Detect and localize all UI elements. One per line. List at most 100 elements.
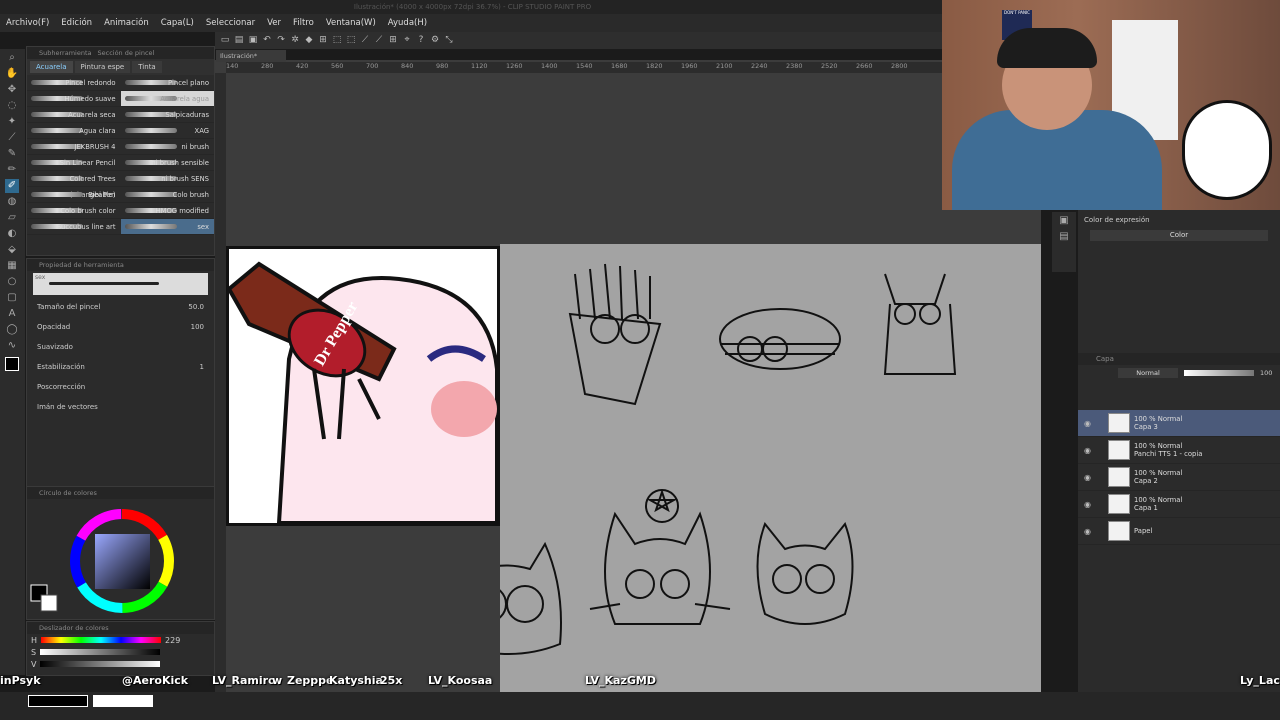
fill-icon[interactable]: ◆: [303, 35, 315, 46]
resize-icon[interactable]: ⤡: [443, 35, 455, 46]
line-correct-icon[interactable]: ∿: [5, 339, 19, 353]
frame-icon[interactable]: ▢: [5, 291, 19, 305]
property-row[interactable]: Estabilización 1: [27, 357, 214, 377]
brush-item[interactable]: Colo brush color: [27, 203, 121, 219]
canvas-tab[interactable]: Ilustración*: [216, 50, 286, 62]
menu-animation[interactable]: Animación: [98, 18, 155, 28]
brush-item[interactable]: ni brush sensible: [120, 155, 214, 171]
brush-icon[interactable]: ✐: [5, 179, 19, 193]
brush-item[interactable]: Bibi Pen: [27, 187, 121, 203]
menu-file[interactable]: Archivo(F): [0, 18, 55, 28]
menu-filter[interactable]: Filtro: [287, 18, 320, 28]
saturation-slider[interactable]: [40, 649, 161, 655]
ruler-snap2-icon[interactable]: ⟋: [373, 35, 385, 46]
figure-icon[interactable]: ○: [5, 275, 19, 289]
ruler-snap-icon[interactable]: ⟋: [359, 35, 371, 46]
menu-select[interactable]: Seleccionar: [200, 18, 261, 28]
eye-icon[interactable]: ◉: [1084, 500, 1091, 509]
eye-icon[interactable]: ◉: [1084, 419, 1091, 428]
property-value[interactable]: 50.0: [188, 303, 204, 311]
brush-item[interactable]: Sin Linear Pencil: [27, 155, 121, 171]
brush-item[interactable]: ni brush: [120, 139, 214, 155]
eyedropper-icon[interactable]: ⟋: [5, 131, 19, 145]
help-icon[interactable]: ?: [415, 35, 427, 46]
layer-row[interactable]: ◉ 100 % Normal Capa 3: [1078, 410, 1280, 437]
subtab-special-paint[interactable]: Pintura espe: [74, 61, 131, 73]
menu-view[interactable]: Ver: [261, 18, 287, 28]
property-row[interactable]: Imán de vectores: [27, 397, 214, 417]
brush-item[interactable]: Colo brush: [120, 187, 214, 203]
property-row[interactable]: Suavizado: [27, 337, 214, 357]
redo-icon[interactable]: ↷: [275, 35, 287, 46]
fill-bucket-icon[interactable]: ⬙: [5, 243, 19, 257]
menu-edit[interactable]: Edición: [55, 18, 98, 28]
layer-row[interactable]: ◉ 100 % Normal Capa 1: [1078, 491, 1280, 518]
new-icon[interactable]: ▭: [219, 35, 231, 46]
brush-item[interactable]: Succubus line art: [27, 219, 121, 235]
brush-item[interactable]: XAG: [120, 123, 214, 139]
expression-color-select[interactable]: Color: [1090, 230, 1268, 241]
menu-help[interactable]: Ayuda(H): [382, 18, 433, 28]
brush-item[interactable]: Acuarela seca: [27, 107, 121, 123]
brush-item[interactable]: Pincel redondo: [27, 75, 121, 91]
main-color-swatch[interactable]: [5, 357, 19, 371]
deselect-icon[interactable]: ⬚: [331, 35, 343, 46]
snap-icon[interactable]: ⌖: [401, 35, 413, 46]
move-icon[interactable]: ✥: [5, 83, 19, 97]
property-row[interactable]: Poscorrección: [27, 377, 214, 397]
grid-icon[interactable]: ⊞: [387, 35, 399, 46]
brush-item[interactable]: Colored Trees (Changeable): [27, 171, 121, 199]
gradient-icon[interactable]: ▦: [5, 259, 19, 273]
hand-icon[interactable]: ✋: [5, 67, 19, 81]
tab-brush-section[interactable]: Sección de pincel: [98, 49, 155, 57]
tab-subtool[interactable]: Subherramienta: [39, 49, 92, 57]
subtab-watercolor[interactable]: Acuarela: [30, 61, 73, 73]
brush-item[interactable]: sex: [120, 219, 214, 235]
crop-icon[interactable]: ⬚: [345, 35, 357, 46]
eraser-icon[interactable]: ▱: [5, 211, 19, 225]
eye-icon[interactable]: ◉: [1084, 527, 1091, 536]
blend-icon[interactable]: ◐: [5, 227, 19, 241]
brush-item[interactable]: ni brush SENS: [120, 171, 214, 187]
hue-slider[interactable]: [41, 637, 162, 643]
settings-icon[interactable]: ⚙: [429, 35, 441, 46]
brush-item[interactable]: Acuarela agua: [120, 91, 214, 107]
canvas-paper[interactable]: [450, 244, 1041, 708]
panel-icon[interactable]: ▣: [1057, 214, 1071, 228]
brush-item[interactable]: HMOG modified: [120, 203, 214, 219]
opacity-slider[interactable]: [1184, 370, 1254, 376]
balloon-icon[interactable]: ◯: [5, 323, 19, 337]
menu-window[interactable]: Ventana(W): [320, 18, 382, 28]
airbrush-icon[interactable]: ◍: [5, 195, 19, 209]
panel2-icon[interactable]: ▤: [1057, 230, 1071, 244]
eye-icon[interactable]: ◉: [1084, 473, 1091, 482]
layer-row[interactable]: ◉ 100 % Normal Panchi TTS 1 - copia: [1078, 437, 1280, 464]
pencil-icon[interactable]: ✏: [5, 163, 19, 177]
pen-icon[interactable]: ✎: [5, 147, 19, 161]
subtab-ink[interactable]: Tinta: [132, 61, 162, 73]
magic-wand-icon[interactable]: ✦: [5, 115, 19, 129]
property-value[interactable]: 100: [191, 323, 204, 331]
property-value[interactable]: 1: [200, 363, 204, 371]
brush-item[interactable]: Agua clara: [27, 123, 121, 139]
layer-row[interactable]: ◉ 100 % Normal Capa 2: [1078, 464, 1280, 491]
background-swatch[interactable]: [40, 594, 58, 612]
zoom-icon[interactable]: ⌕: [5, 51, 19, 65]
brush-item[interactable]: JEKBRUSH 4: [27, 139, 121, 155]
text-icon[interactable]: A: [5, 307, 19, 321]
layer-tab[interactable]: Capa: [1078, 353, 1280, 365]
save-icon[interactable]: ▣: [247, 35, 259, 46]
menu-layer[interactable]: Capa(L): [155, 18, 200, 28]
property-row[interactable]: Opacidad 100: [27, 317, 214, 337]
layer-row[interactable]: ◉ Papel: [1078, 518, 1280, 545]
clear-icon[interactable]: ✲: [289, 35, 301, 46]
undo-icon[interactable]: ↶: [261, 35, 273, 46]
brush-item[interactable]: Salpicaduras: [120, 107, 214, 123]
property-row[interactable]: Tamaño del pincel 50.0: [27, 297, 214, 317]
lasso-icon[interactable]: ◌: [5, 99, 19, 113]
eye-icon[interactable]: ◉: [1084, 446, 1091, 455]
saturation-square[interactable]: [95, 534, 150, 589]
value-slider[interactable]: [40, 661, 161, 667]
transform-icon[interactable]: ⊞: [317, 35, 329, 46]
brush-item[interactable]: Húmedo suave: [27, 91, 121, 107]
